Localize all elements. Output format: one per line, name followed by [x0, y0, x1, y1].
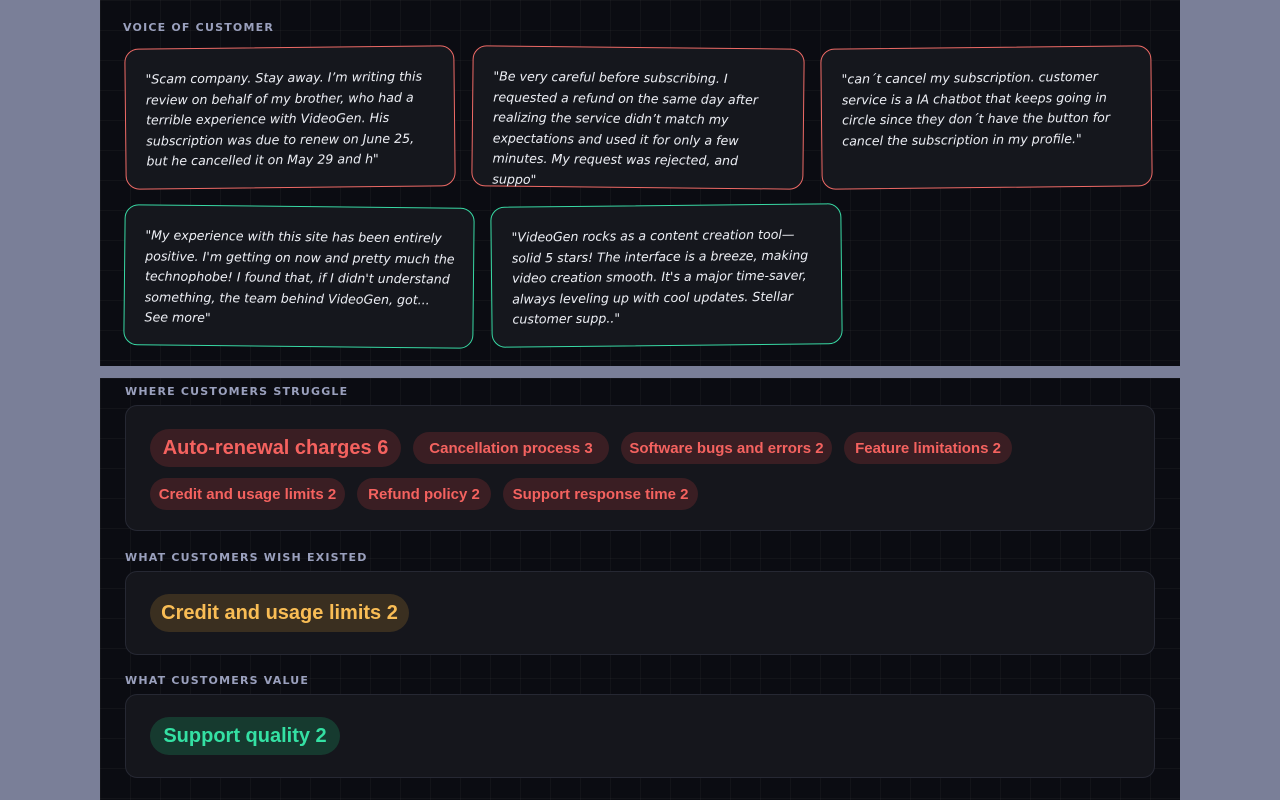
struggle-chip[interactable]: Cancellation process 3 [413, 432, 609, 464]
quote-text: "VideoGen rocks as a content creation to… [511, 226, 809, 327]
values-label: WHAT CUSTOMERS VALUE [125, 674, 310, 687]
struggle-chip[interactable]: Support response time 2 [503, 478, 698, 510]
value-chip[interactable]: Support quality 2 [150, 717, 340, 755]
struggles-label: WHERE CUSTOMERS STRUGGLE [125, 385, 349, 398]
struggle-chip[interactable]: Auto-renewal charges 6 [150, 429, 401, 467]
quote-text: "My experience with this site has been e… [144, 227, 455, 326]
struggles-chip-box: Auto-renewal charges 6 Cancellation proc… [125, 405, 1155, 531]
voice-of-customer-panel: VOICE OF CUSTOMER "Scam company. Stay aw… [100, 0, 1180, 366]
quote-text: "Be very careful before subscribing. I r… [492, 68, 759, 187]
themes-panel: WHERE CUSTOMERS STRUGGLE Auto-renewal ch… [100, 378, 1180, 800]
wish-chip[interactable]: Credit and usage limits 2 [150, 594, 409, 632]
struggle-chip[interactable]: Credit and usage limits 2 [150, 478, 345, 510]
quote-card-positive: "My experience with this site has been e… [123, 204, 475, 349]
struggle-chip[interactable]: Software bugs and errors 2 [621, 432, 832, 464]
struggle-chip[interactable]: Feature limitations 2 [844, 432, 1012, 464]
quote-text: "Scam company. Stay away. I’m writing th… [145, 68, 423, 169]
wishes-label: WHAT CUSTOMERS WISH EXISTED [125, 551, 368, 564]
quote-text: "can´t cancel my subscription. customer … [841, 68, 1111, 149]
quote-card-negative: "can´t cancel my subscription. customer … [820, 45, 1153, 190]
wishes-chip-box: Credit and usage limits 2 [125, 571, 1155, 655]
struggle-chip[interactable]: Refund policy 2 [357, 478, 491, 510]
quote-card-negative: "Scam company. Stay away. I’m writing th… [124, 45, 456, 190]
quote-card-negative: "Be very careful before subscribing. I r… [471, 45, 805, 190]
voice-of-customer-label: VOICE OF CUSTOMER [123, 21, 274, 34]
values-chip-box: Support quality 2 [125, 694, 1155, 778]
quote-card-positive: "VideoGen rocks as a content creation to… [490, 203, 843, 348]
